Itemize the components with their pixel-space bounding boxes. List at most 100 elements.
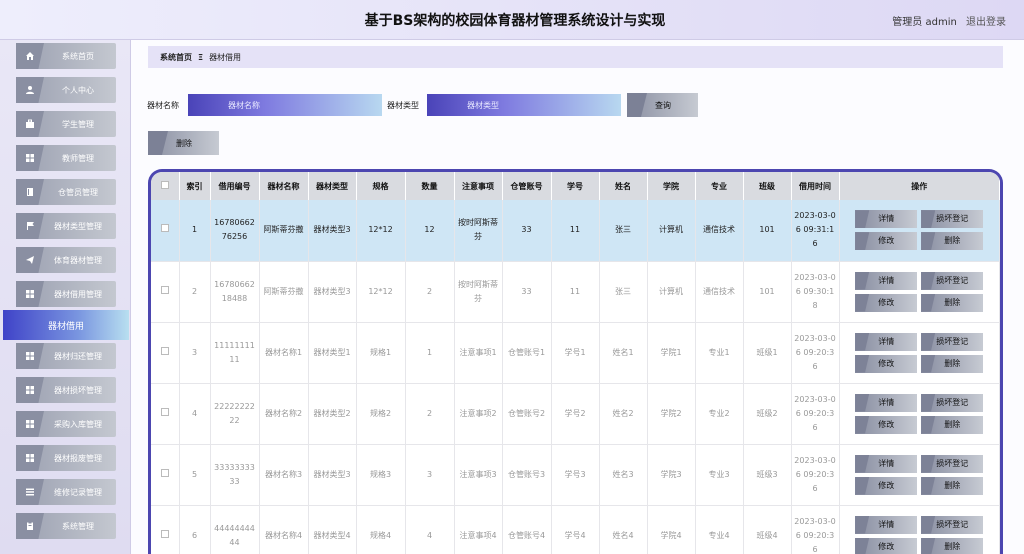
damage-register-button[interactable]: 损坏登记 xyxy=(921,454,984,473)
table-cell: 1 xyxy=(405,322,455,384)
table-cell: 姓名1 xyxy=(599,322,648,384)
edit-button[interactable]: 修改 xyxy=(855,537,918,554)
table-cell: 2 xyxy=(405,383,455,445)
sidebar-item-2[interactable]: 学生管理 xyxy=(16,111,116,137)
table-row[interactable]: 3 1111111111 器材名称1 器材类型1 规格1 1 注意事项1 仓管账号1 学号1 姓名… xyxy=(151,322,1000,384)
table-cell: 4 xyxy=(179,383,211,445)
sidebar-item-9[interactable]: 器材损坏管理 xyxy=(16,377,116,403)
edit-button[interactable]: 修改 xyxy=(855,232,918,251)
sidebar-item-4[interactable]: 仓管员管理 xyxy=(16,179,116,205)
flag-icon xyxy=(16,213,44,239)
sidebar-item-label: 器材归还管理 xyxy=(54,351,102,361)
table-cell: 学院1 xyxy=(647,322,696,384)
delete-button[interactable]: 删除 xyxy=(921,232,984,251)
edit-button[interactable]: 修改 xyxy=(855,293,918,312)
sidebar-item-label: 个人中心 xyxy=(62,85,94,95)
damage-register-button[interactable]: 损坏登记 xyxy=(921,515,984,534)
table-cell: 2023-03-06 09:31:16 xyxy=(791,200,840,262)
grid-icon xyxy=(16,411,44,437)
column-header: 注意事项 xyxy=(454,172,503,200)
list-icon xyxy=(16,479,44,505)
sidebar-item-label: 仓管员管理 xyxy=(58,187,98,197)
delete-button[interactable]: 删除 xyxy=(921,354,984,373)
equipment-type-input[interactable] xyxy=(427,94,621,116)
detail-button[interactable]: 详情 xyxy=(855,393,918,412)
damage-register-button[interactable]: 损坏登记 xyxy=(921,210,984,229)
detail-button[interactable]: 详情 xyxy=(855,454,918,473)
table-row[interactable]: 2 1678066218488 阿斯蒂芬撒 器材类型3 12*12 2 按时阿斯蒂芬 33 11… xyxy=(151,261,1000,323)
table-cell: 4 xyxy=(405,505,455,554)
column-header: 器材类型 xyxy=(308,172,357,200)
table-cell: 仓管账号4 xyxy=(502,505,552,554)
table-cell: 规格4 xyxy=(356,505,406,554)
row-checkbox[interactable] xyxy=(151,261,180,323)
logout-link[interactable]: 退出登录 xyxy=(966,17,1006,28)
column-header: 借用编号 xyxy=(210,172,260,200)
row-actions: 详情 损坏登记 修改 删除 xyxy=(839,261,1000,323)
delete-button[interactable]: 删除 xyxy=(921,537,984,554)
table-cell: 4444444444 xyxy=(210,505,260,554)
edit-button[interactable]: 修改 xyxy=(855,476,918,495)
table-cell: 专业1 xyxy=(695,322,744,384)
row-checkbox[interactable] xyxy=(151,322,180,384)
table-cell: 12 xyxy=(405,200,455,262)
breadcrumb-current: 器材借用 xyxy=(209,52,242,62)
table-cell: 专业2 xyxy=(695,383,744,445)
table-cell: 仓管账号3 xyxy=(502,444,552,506)
breadcrumb-home[interactable]: 系统首页 xyxy=(160,52,192,63)
sidebar-item-3[interactable]: 教师管理 xyxy=(16,145,116,171)
delete-button[interactable]: 删除 xyxy=(921,476,984,495)
table-cell: 1678066276256 xyxy=(210,200,260,262)
sidebar-item-6[interactable]: 体育器材管理 xyxy=(16,247,116,273)
damage-register-button[interactable]: 损坏登记 xyxy=(921,271,984,290)
table-cell: 11 xyxy=(551,261,600,323)
sidebar-item-5[interactable]: 器材类型管理 xyxy=(16,213,116,239)
table-cell: 阿斯蒂芬撒 xyxy=(259,200,309,262)
table-cell: 33 xyxy=(502,261,552,323)
batch-delete-button[interactable]: 删除 xyxy=(148,131,219,155)
row-checkbox[interactable] xyxy=(151,383,180,445)
select-all-checkbox[interactable] xyxy=(151,172,180,200)
sidebar-item-12[interactable]: 维修记录管理 xyxy=(16,479,116,505)
sidebar-item-10[interactable]: 采购入库管理 xyxy=(16,411,116,437)
table-cell: 1678066218488 xyxy=(210,261,260,323)
table-cell: 101 xyxy=(743,200,792,262)
damage-register-button[interactable]: 损坏登记 xyxy=(921,393,984,412)
table-cell: 学号2 xyxy=(551,383,600,445)
row-actions: 详情 损坏登记 修改 删除 xyxy=(839,383,1000,445)
sidebar-item-active[interactable]: 器材借用 xyxy=(3,310,129,340)
sidebar-item-7[interactable]: 器材借用管理 xyxy=(16,281,116,307)
sidebar-item-1[interactable]: 个人中心 xyxy=(16,77,116,103)
table-row[interactable]: 5 3333333333 器材名称3 器材类型3 规格3 3 注意事项3 仓管账号3 学号3 姓名… xyxy=(151,444,1000,506)
table-row[interactable]: 4 2222222222 器材名称2 器材类型2 规格2 2 注意事项2 仓管账号2 学号2 姓名… xyxy=(151,383,1000,445)
detail-button[interactable]: 详情 xyxy=(855,332,918,351)
grid-icon xyxy=(16,377,44,403)
table-cell: 3 xyxy=(405,444,455,506)
delete-button[interactable]: 删除 xyxy=(921,415,984,434)
damage-register-button[interactable]: 损坏登记 xyxy=(921,332,984,351)
sidebar-item-13[interactable]: 系统管理 xyxy=(16,513,116,539)
table-row[interactable]: 6 4444444444 器材名称4 器材类型4 规格4 4 注意事项4 仓管账号4 学号4 姓名… xyxy=(151,505,1000,554)
column-header: 借用时间 xyxy=(791,172,840,200)
table-cell: 张三 xyxy=(599,200,648,262)
sidebar-item-label: 教师管理 xyxy=(62,153,94,163)
detail-button[interactable]: 详情 xyxy=(855,271,918,290)
delete-button[interactable]: 删除 xyxy=(921,293,984,312)
sidebar-item-8[interactable]: 器材归还管理 xyxy=(16,343,116,369)
equipment-name-input[interactable] xyxy=(188,94,382,116)
edit-button[interactable]: 修改 xyxy=(855,354,918,373)
table-row[interactable]: 1 1678066276256 阿斯蒂芬撒 器材类型3 12*12 12 按时阿斯蒂芬 33 1… xyxy=(151,200,1000,262)
row-checkbox[interactable] xyxy=(151,444,180,506)
query-button[interactable]: 查询 xyxy=(627,93,698,117)
detail-button[interactable]: 详情 xyxy=(855,515,918,534)
sidebar-item-11[interactable]: 器材报废管理 xyxy=(16,445,116,471)
detail-button[interactable]: 详情 xyxy=(855,210,918,229)
row-checkbox[interactable] xyxy=(151,505,180,554)
sidebar-item-0[interactable]: 系统首页 xyxy=(16,43,116,69)
sidebar-item-label: 器材损坏管理 xyxy=(54,385,102,395)
edit-button[interactable]: 修改 xyxy=(855,415,918,434)
table-cell: 姓名3 xyxy=(599,444,648,506)
sidebar-item-label: 器材报废管理 xyxy=(54,453,102,463)
row-checkbox[interactable] xyxy=(151,200,180,262)
column-header: 专业 xyxy=(695,172,744,200)
